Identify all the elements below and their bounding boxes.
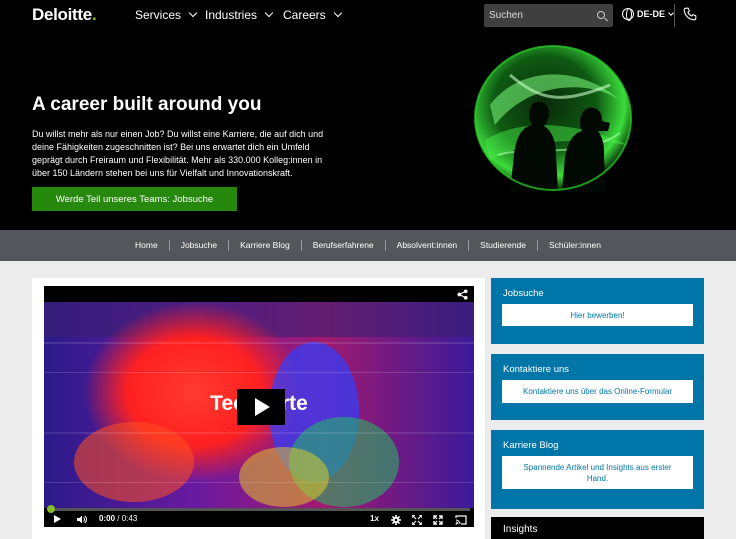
video-progress-bar[interactable] [47, 505, 470, 513]
sidebar-box-insights: Insights [491, 517, 704, 539]
video-player[interactable]: Tech erte 0:00 / 0:43 1x [44, 286, 474, 527]
subnav-item-berufserfahrene[interactable]: Berufserfahrene [302, 240, 386, 251]
subnav-item-studierende[interactable]: Studierende [469, 240, 538, 251]
subnav-item-home[interactable]: Home [124, 240, 170, 251]
logo-text: Deloitte [32, 5, 92, 24]
sidebar-box-jobsuche: Jobsuche Hier bewerben! [491, 278, 704, 344]
hero-sphere-image [474, 45, 632, 192]
globe-icon [622, 8, 634, 21]
nav-item-label: Industries [205, 8, 258, 22]
video-current-time: 0:00 [99, 514, 116, 523]
nav-item-label: Services [135, 8, 182, 22]
nav-item-industries[interactable]: Industries [205, 8, 274, 22]
top-navigation: Deloitte. Services Industries Careers DE… [0, 0, 736, 31]
playback-speed-button[interactable]: 1x [370, 514, 379, 523]
chevron-down-icon [668, 9, 674, 16]
logo-dot: . [91, 5, 97, 24]
search-input[interactable] [489, 7, 589, 24]
video-time: 0:00 / 0:43 [99, 514, 137, 523]
subnav-item-schuelerinnen[interactable]: Schüler:innen [538, 240, 612, 251]
chevron-down-icon [188, 8, 198, 18]
chevron-down-icon [333, 8, 342, 18]
video-duration: / 0:43 [117, 514, 138, 523]
sidebar-box-contact: Kontaktiere uns Kontaktiere uns über das… [491, 354, 704, 420]
sidebar-box-blog: Karriere Blog Spannende Artikel und Insi… [491, 430, 704, 509]
phone-icon[interactable] [683, 7, 697, 21]
deloitte-logo[interactable]: Deloitte. [32, 5, 97, 25]
nav-item-careers[interactable]: Careers [283, 8, 342, 22]
nav-item-services[interactable]: Services [135, 8, 198, 22]
careers-subnav: Home Jobsuche Karriere Blog Berufserfahr… [0, 230, 736, 261]
subnav-item-absolventinnen[interactable]: Absolvent:innen [386, 240, 470, 251]
hero-text: Du willst mehr als nur einen Job? Du wil… [32, 129, 324, 178]
search-box [484, 4, 613, 27]
sidebar-box-title: Karriere Blog [503, 440, 559, 451]
fullscreen-icon[interactable] [433, 515, 443, 525]
apply-button[interactable]: Hier bewerben! [502, 304, 693, 326]
video-play-button[interactable] [237, 389, 285, 425]
blog-button[interactable]: Spannende Artikel und Insights aus erste… [502, 456, 693, 489]
job-search-cta-button[interactable]: Werde Teil unseres Teams: Jobsuche [32, 187, 237, 211]
share-icon[interactable] [457, 289, 468, 300]
sidebar-box-title: Kontaktiere uns [503, 364, 570, 375]
sidebar-box-title: Jobsuche [503, 288, 544, 299]
hero-section: A career built around you Du willst mehr… [0, 31, 736, 230]
subnav-item-jobsuche[interactable]: Jobsuche [170, 240, 230, 251]
gear-icon[interactable] [391, 515, 401, 525]
contact-form-button[interactable]: Kontaktiere uns über das Online-Formular [502, 380, 693, 403]
hero-title: A career built around you [32, 94, 262, 115]
chevron-down-icon [264, 8, 274, 18]
nav-item-label: Careers [283, 8, 326, 22]
video-controls: 0:00 / 0:43 1x [44, 512, 474, 527]
volume-icon[interactable] [77, 515, 87, 524]
cast-icon[interactable] [455, 515, 467, 525]
language-label: DE-DE [637, 9, 666, 19]
nav-divider [674, 4, 675, 27]
insights-title: Insights [503, 524, 538, 535]
language-selector[interactable]: DE-DE [622, 8, 674, 21]
expand-icon[interactable] [412, 515, 422, 525]
subnav-item-karriere-blog[interactable]: Karriere Blog [229, 240, 302, 251]
play-icon[interactable] [54, 515, 61, 523]
search-icon[interactable] [597, 11, 605, 19]
